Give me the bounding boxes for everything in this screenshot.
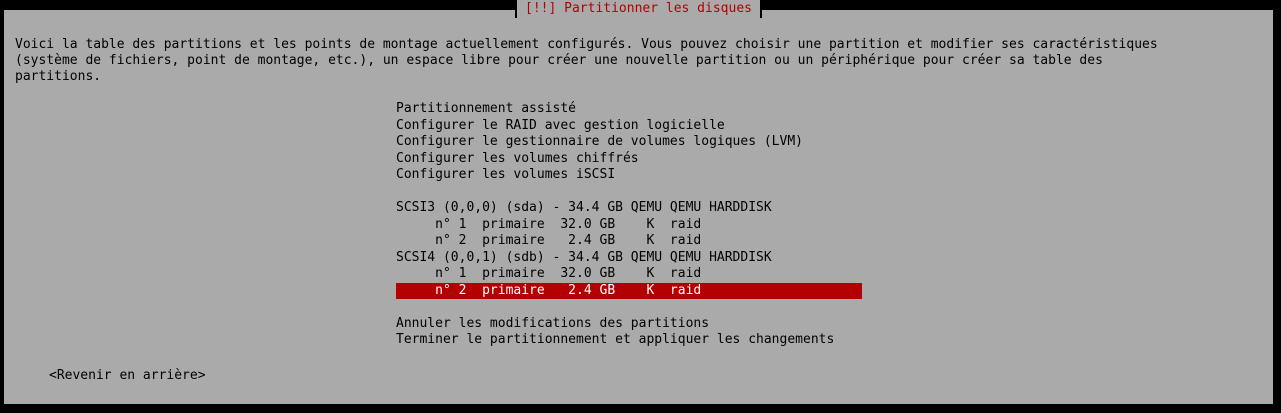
menu-spacer [396, 299, 862, 316]
description-line-3: partitions. [15, 69, 102, 84]
menu-item-undo-changes[interactable]: Annuler les modifications des partitions [396, 316, 862, 333]
menu-item-configure-lvm[interactable]: Configurer le gestionnaire de volumes lo… [396, 134, 862, 151]
dialog-title-bar: [!!] Partitionner les disques [4, 0, 1273, 18]
menu-item-configure-encrypted[interactable]: Configurer les volumes chiffrés [396, 151, 862, 168]
menu-item-finish-partitioning[interactable]: Terminer le partitionnement et appliquer… [396, 332, 862, 349]
partition-dialog: [!!] Partitionner les disques Voici la t… [3, 0, 1274, 405]
menu-item-sdb-partition-2[interactable]: n° 2 primaire 2.4 GB K raid [396, 282, 862, 299]
menu-item-sda-partition-1[interactable]: n° 1 primaire 32.0 GB K raid [396, 217, 862, 234]
menu-item-disk-sdb[interactable]: SCSI4 (0,0,1) (sdb) - 34.4 GB QEMU QEMU … [396, 250, 862, 267]
description-line-1: Voici la table des partitions et les poi… [15, 37, 1158, 52]
back-button[interactable]: <Revenir en arrière> [49, 368, 206, 384]
partition-menu: Partitionnement assisté Configurer le RA… [396, 101, 862, 349]
description-line-2: (système de fichiers, point de montage, … [15, 53, 1103, 68]
menu-item-sdb-partition-1[interactable]: n° 1 primaire 32.0 GB K raid [396, 266, 862, 283]
menu-spacer [396, 184, 862, 201]
menu-item-disk-sda[interactable]: SCSI3 (0,0,0) (sda) - 34.4 GB QEMU QEMU … [396, 200, 862, 217]
menu-item-sda-partition-2[interactable]: n° 2 primaire 2.4 GB K raid [396, 233, 862, 250]
menu-item-configure-iscsi[interactable]: Configurer les volumes iSCSI [396, 167, 862, 184]
menu-item-configure-raid[interactable]: Configurer le RAID avec gestion logiciel… [396, 118, 862, 135]
menu-item-guided-partitioning[interactable]: Partitionnement assisté [396, 101, 862, 118]
dialog-title: [!!] Partitionner les disques [515, 0, 762, 18]
